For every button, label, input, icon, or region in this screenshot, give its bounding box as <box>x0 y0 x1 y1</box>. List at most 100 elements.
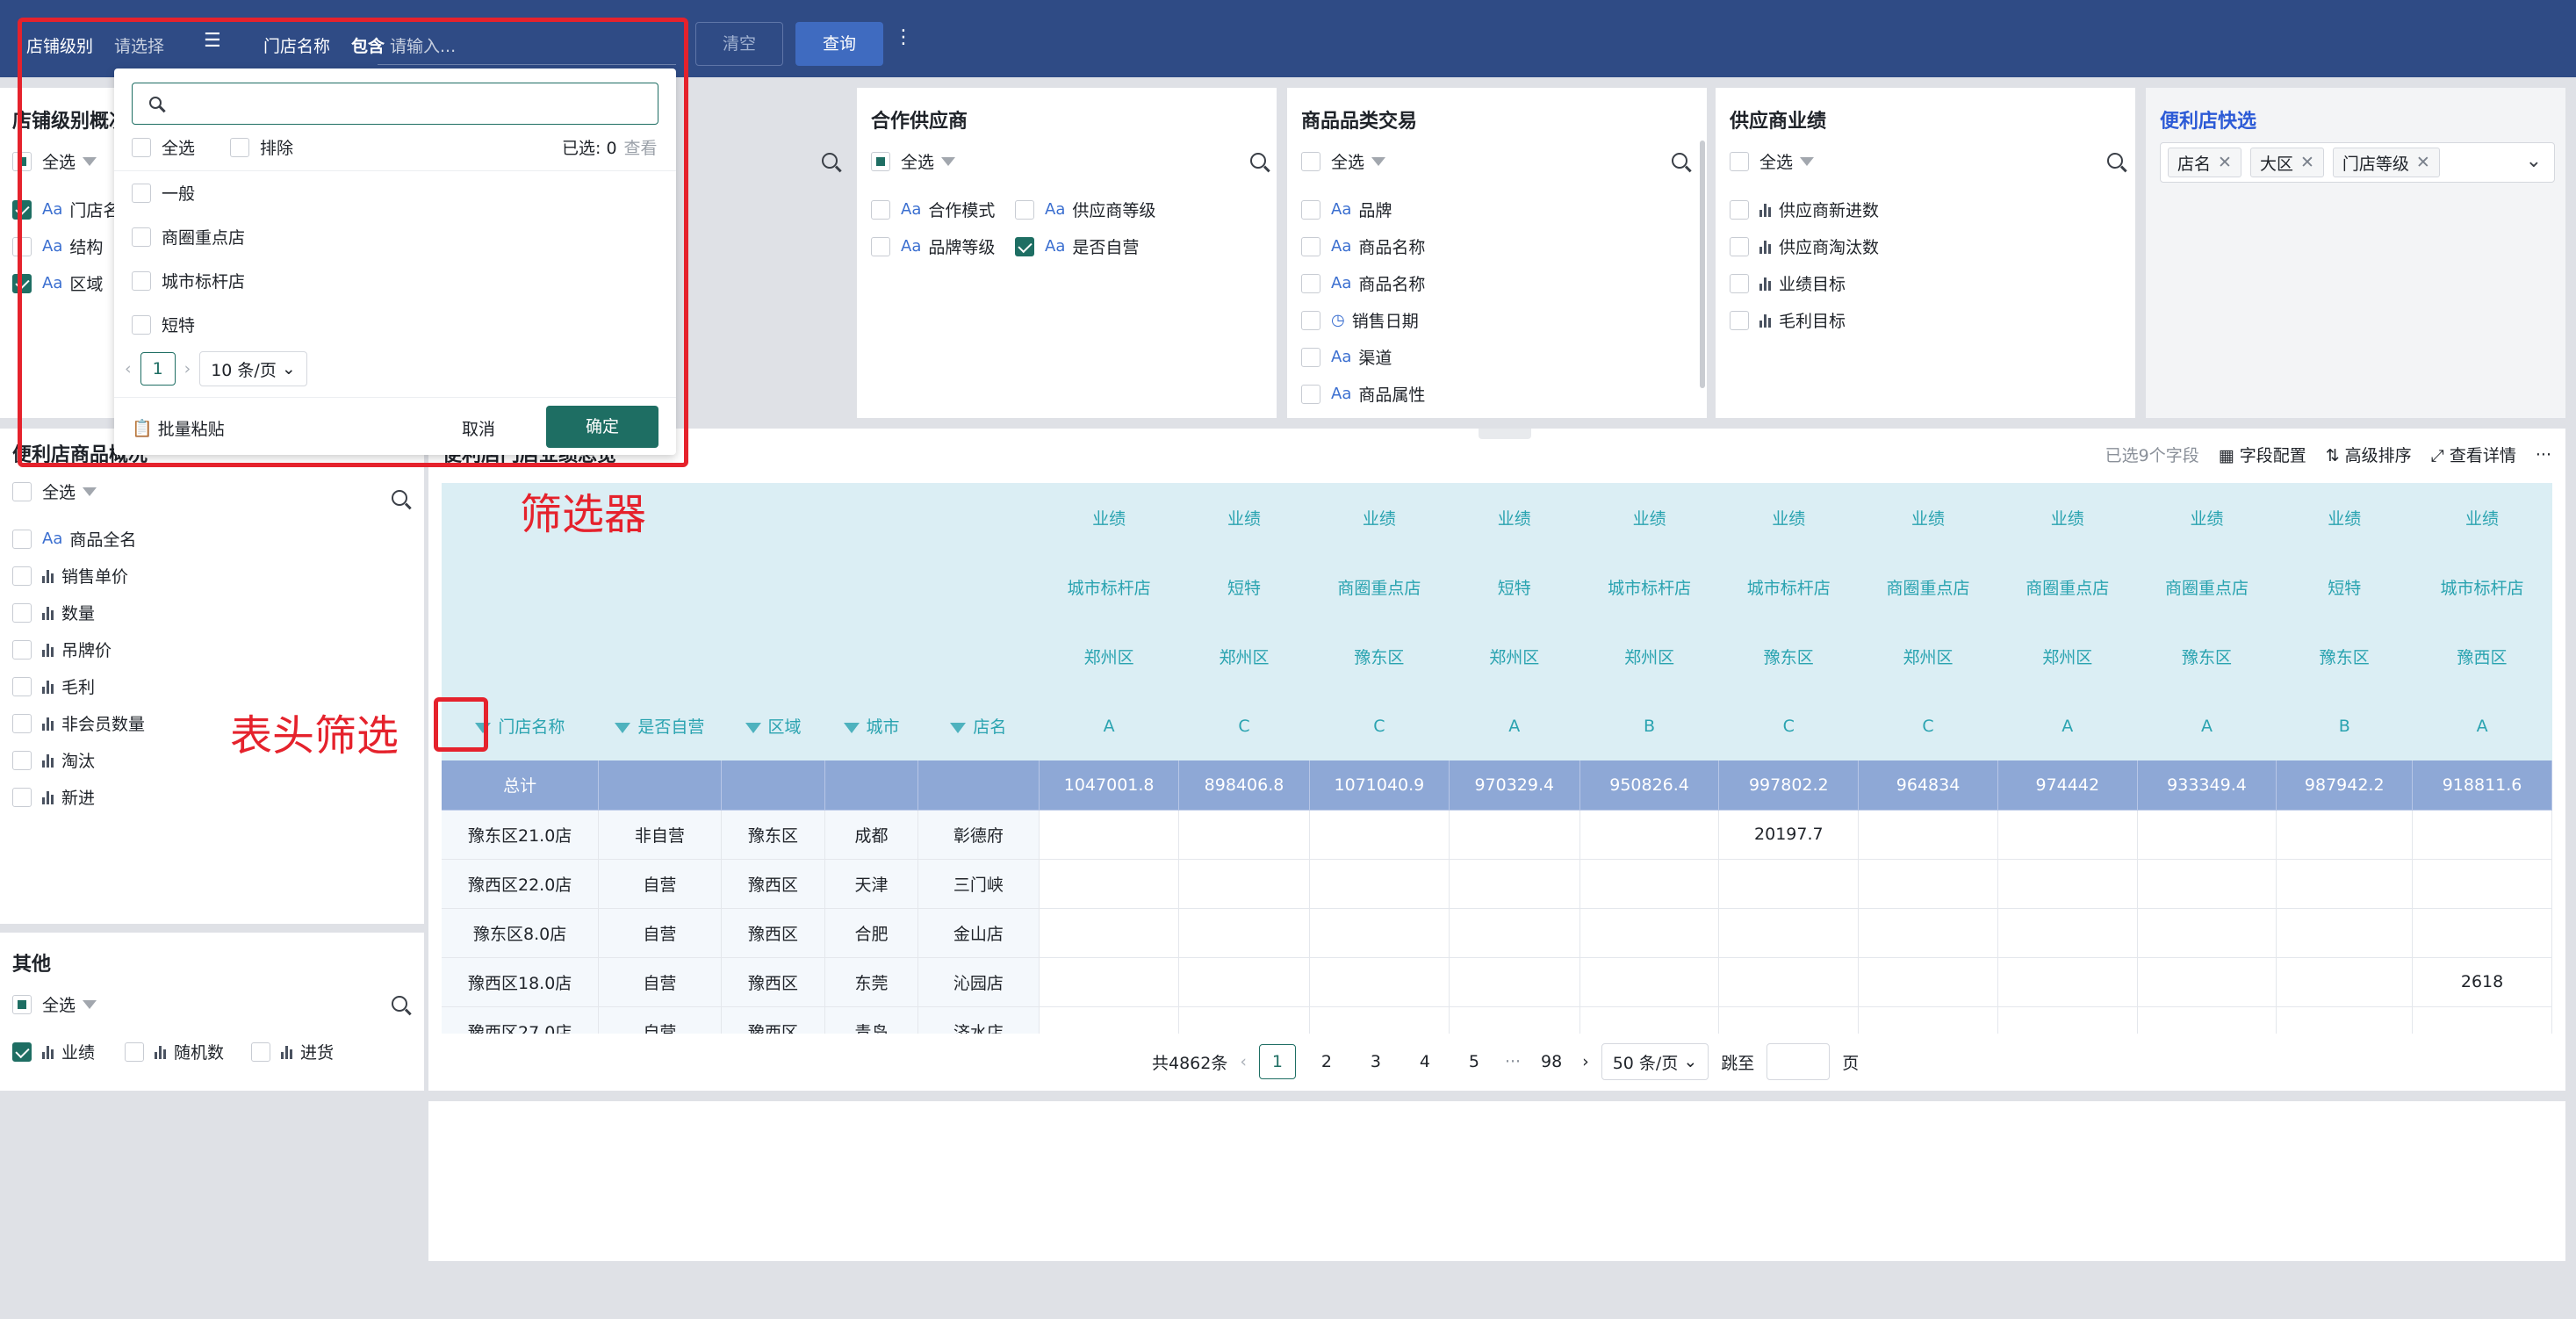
column-header-cell[interactable]: 短特 <box>1178 552 1310 622</box>
column-header-cell[interactable]: 豫东区 <box>2137 622 2277 691</box>
search-icon[interactable] <box>1250 153 1266 169</box>
column-header-cell[interactable]: 郑州区 <box>1178 622 1310 691</box>
column-header-cell[interactable]: 城市标杆店 <box>1039 552 1179 622</box>
column-header-cell[interactable]: A <box>1997 691 2138 760</box>
more-vertical-icon[interactable]: ⋮ <box>894 26 913 48</box>
filter-icon[interactable] <box>941 156 956 166</box>
column-header-cell[interactable]: 业绩 <box>1039 483 1179 552</box>
field-checkbox[interactable] <box>1301 310 1320 330</box>
column-header-cell[interactable]: 商圈重点店 <box>1997 552 2138 622</box>
field-checkbox[interactable] <box>12 787 32 807</box>
column-header-cell[interactable]: C <box>1858 691 1998 760</box>
field-checkbox[interactable] <box>12 639 32 660</box>
search-icon[interactable] <box>2107 153 2123 169</box>
filter-icon[interactable] <box>843 722 860 733</box>
page-4[interactable]: 4 <box>1407 1044 1443 1079</box>
column-header-cell[interactable]: 商圈重点店 <box>1858 552 1998 622</box>
field-checkbox[interactable] <box>871 199 890 220</box>
chevron-down-icon[interactable]: ⌄ <box>2526 150 2542 172</box>
field-checkbox[interactable] <box>1730 273 1749 293</box>
column-header-cell[interactable]: 业绩 <box>1997 483 2138 552</box>
column-header-cell[interactable]: 业绩 <box>1309 483 1450 552</box>
field-checkbox[interactable] <box>12 602 32 623</box>
page-size-select[interactable]: 50 条/页 ⌄ <box>1601 1043 1709 1080</box>
search-icon[interactable] <box>392 996 407 1012</box>
select-all-checkbox[interactable] <box>871 151 890 171</box>
column-header-cell[interactable]: A <box>2412 691 2552 760</box>
select-all-checkbox[interactable] <box>1301 151 1320 171</box>
field-checkbox[interactable] <box>1730 236 1749 256</box>
filter-icon[interactable] <box>615 722 631 733</box>
filter-icon[interactable] <box>1800 156 1815 166</box>
field-checkbox[interactable] <box>12 529 32 549</box>
column-header-cell[interactable]: 业绩 <box>1449 483 1580 552</box>
column-header-cell[interactable]: 城市标杆店 <box>1579 552 1719 622</box>
tag-store-name[interactable]: 店名 ✕ <box>2168 148 2241 177</box>
field-checkbox[interactable] <box>1730 199 1749 220</box>
view-detail-button[interactable]: ⤢ 查看详情 <box>2431 443 2516 466</box>
column-header-cell[interactable]: 城市标杆店 <box>1718 552 1859 622</box>
field-checkbox[interactable] <box>1301 384 1320 404</box>
table-row[interactable]: 豫西区18.0店 自营 豫西区 东莞 沁园店 2618 <box>442 957 2552 1007</box>
column-header-cell[interactable]: 业绩 <box>1858 483 1998 552</box>
page-5[interactable]: 5 <box>1456 1044 1493 1079</box>
column-header-cell[interactable]: 商圈重点店 <box>2137 552 2277 622</box>
field-checkbox[interactable] <box>125 1042 144 1062</box>
close-icon[interactable]: ✕ <box>2300 153 2314 172</box>
column-header-cell[interactable]: 业绩 <box>2137 483 2277 552</box>
column-header-cell[interactable]: 郑州区 <box>1997 622 2138 691</box>
tag-region[interactable]: 大区 ✕ <box>2249 148 2324 177</box>
select-all-checkbox[interactable] <box>1730 151 1749 171</box>
column-header-cell[interactable]: 业绩 <box>2276 483 2413 552</box>
table-row[interactable]: 豫西区27.0店 自营 豫西区 青岛 济水店 <box>442 1006 2552 1034</box>
field-checkbox[interactable] <box>1730 310 1749 330</box>
row-header-cell[interactable]: 店名 <box>917 691 1040 760</box>
column-header-cell[interactable]: C <box>1309 691 1450 760</box>
field-checkbox[interactable] <box>12 566 32 586</box>
page-2[interactable]: 2 <box>1308 1044 1345 1079</box>
filter-icon[interactable] <box>83 487 97 496</box>
column-header-cell[interactable]: 短特 <box>1449 552 1580 622</box>
field-checkbox[interactable] <box>1301 236 1320 256</box>
search-icon[interactable] <box>392 490 407 506</box>
tag-store-level[interactable]: 门店等级 ✕ <box>2332 148 2440 177</box>
column-header-cell[interactable]: 豫西区 <box>2412 622 2552 691</box>
field-checkbox[interactable] <box>1301 347 1320 367</box>
field-checkbox[interactable] <box>1301 199 1320 220</box>
field-config-button[interactable]: ▦ 字段配置 <box>2219 443 2306 466</box>
more-icon[interactable]: ··· <box>2536 445 2551 465</box>
column-header-cell[interactable]: 郑州区 <box>1449 622 1580 691</box>
page-ellipsis[interactable]: ··· <box>1505 1052 1521 1071</box>
column-header-cell[interactable]: 业绩 <box>1718 483 1859 552</box>
column-header-cell[interactable]: 豫东区 <box>1718 622 1859 691</box>
column-header-cell[interactable]: 豫东区 <box>1309 622 1450 691</box>
field-checkbox[interactable] <box>12 676 32 696</box>
column-header-cell[interactable]: 城市标杆店 <box>2412 552 2552 622</box>
search-icon[interactable] <box>822 153 838 169</box>
table-row[interactable]: 豫西区22.0店 自营 豫西区 天津 三门峡 <box>442 859 2552 909</box>
select-all-checkbox[interactable] <box>12 481 32 501</box>
column-header-cell[interactable]: C <box>1718 691 1859 760</box>
column-header-cell[interactable]: 业绩 <box>2412 483 2552 552</box>
field-checkbox[interactable] <box>12 1042 32 1062</box>
filter-icon[interactable] <box>1371 156 1386 166</box>
column-header-cell[interactable]: 短特 <box>2276 552 2413 622</box>
column-header-cell[interactable]: 业绩 <box>1178 483 1310 552</box>
field-checkbox[interactable] <box>12 713 32 733</box>
page-last[interactable]: 98 <box>1533 1044 1570 1079</box>
column-header-cell[interactable]: 郑州区 <box>1039 622 1179 691</box>
column-header-cell[interactable]: B <box>2276 691 2413 760</box>
column-header-cell[interactable]: C <box>1178 691 1310 760</box>
jump-page-input[interactable] <box>1767 1043 1831 1080</box>
field-checkbox[interactable] <box>12 750 32 770</box>
column-header-cell[interactable]: 郑州区 <box>1858 622 1998 691</box>
filter-icon[interactable] <box>745 722 761 733</box>
row-header-cell[interactable]: 城市 <box>824 691 918 760</box>
column-header-cell[interactable]: 商圈重点店 <box>1309 552 1450 622</box>
column-header-cell[interactable]: B <box>1579 691 1719 760</box>
row-header-cell[interactable]: 是否自营 <box>598 691 722 760</box>
column-header-cell[interactable]: A <box>2137 691 2277 760</box>
table-row[interactable]: 豫东区21.0店 非自营 豫东区 成都 彰德府 20197.7 <box>442 810 2552 860</box>
column-header-cell[interactable]: A <box>1449 691 1580 760</box>
advanced-sort-button[interactable]: ⇅ 高级排序 <box>2326 443 2412 466</box>
